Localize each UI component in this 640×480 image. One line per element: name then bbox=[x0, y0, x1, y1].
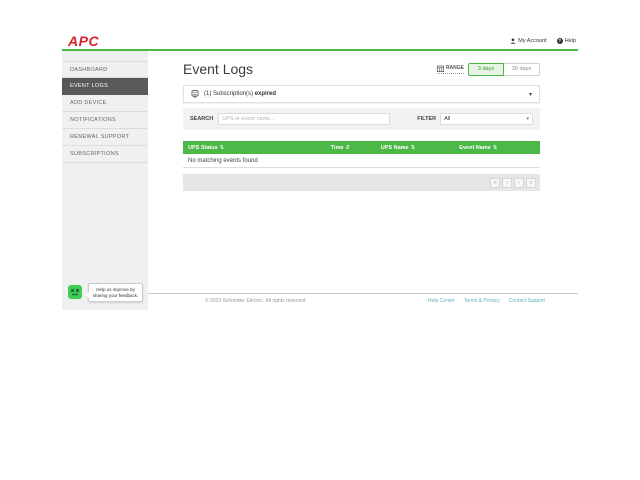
subscription-expired-banner[interactable]: (1) Subscription(s) expired ▾ bbox=[183, 85, 540, 103]
feedback-button[interactable] bbox=[68, 285, 82, 299]
help-center-link[interactable]: Help Center bbox=[428, 298, 455, 304]
filter-selected-value: All bbox=[444, 116, 450, 122]
apc-logo: APC bbox=[68, 33, 99, 49]
page-title: Event Logs bbox=[183, 61, 253, 77]
sort-icon: ⇅ bbox=[411, 145, 416, 151]
footer-divider bbox=[148, 293, 578, 294]
top-navigation: My Account ? Help bbox=[510, 38, 576, 44]
terms-privacy-link[interactable]: Terms & Privacy bbox=[464, 298, 500, 304]
sidebar-item-label: NOTIFICATIONS bbox=[70, 117, 116, 123]
pagination-prev-button[interactable]: ‹ bbox=[502, 178, 512, 188]
range-30-days-button[interactable]: 30 days bbox=[504, 63, 540, 76]
ups-device-icon bbox=[191, 90, 199, 98]
contact-support-link[interactable]: Contact Support bbox=[509, 298, 545, 304]
subscription-expired-text: (1) Subscription(s) expired bbox=[204, 91, 276, 97]
pagination-last-button[interactable]: » bbox=[526, 178, 536, 188]
sidebar-item-notifications[interactable]: NOTIFICATIONS bbox=[62, 112, 148, 129]
column-header-ups-status[interactable]: UPS Status⇅ bbox=[183, 145, 326, 151]
feedback-face-icon bbox=[68, 285, 82, 299]
help-button[interactable]: ? Help bbox=[557, 38, 576, 44]
search-filter-bar: SEARCH FILTER All ▾ bbox=[183, 108, 540, 130]
column-header-ups-name[interactable]: UPS Name⇅ bbox=[376, 145, 455, 151]
range-control: RANGE 3 days 30 days bbox=[437, 63, 540, 76]
copyright-text: © 2023 Schneider Electric. All rights re… bbox=[205, 298, 307, 304]
search-input[interactable] bbox=[218, 113, 390, 125]
my-account-button[interactable]: My Account bbox=[510, 38, 546, 44]
help-icon: ? bbox=[557, 38, 563, 44]
search-label: SEARCH bbox=[190, 116, 213, 122]
sidebar-item-label: RENEWAL SUPPORT bbox=[70, 134, 129, 140]
sidebar-item-event-logs[interactable]: EVENT LOGS bbox=[62, 78, 148, 95]
empty-state-message: No matching events found bbox=[188, 158, 258, 164]
pagination-next-button[interactable]: › bbox=[514, 178, 524, 188]
sidebar-item-label: DASHBOARD bbox=[70, 67, 108, 73]
sort-icon: ⇅ bbox=[220, 145, 225, 151]
filter-dropdown[interactable]: All ▾ bbox=[440, 113, 533, 125]
sidebar-item-add-device[interactable]: ADD DEVICE bbox=[62, 95, 148, 112]
sort-icon: ⇵ bbox=[346, 145, 351, 151]
feedback-tooltip: Help us improve by sharing your feedback… bbox=[88, 283, 143, 302]
sidebar-item-dashboard[interactable]: DASHBOARD bbox=[62, 61, 148, 78]
range-3-days-button[interactable]: 3 days bbox=[468, 63, 504, 76]
events-table-header: UPS Status⇅ Time⇵ UPS Name⇅ Event Name⇅ bbox=[183, 141, 540, 154]
empty-state-row: No matching events found bbox=[183, 154, 540, 168]
pagination-bar: « ‹ › » bbox=[183, 174, 540, 191]
sidebar: DASHBOARD EVENT LOGS ADD DEVICE NOTIFICA… bbox=[62, 51, 148, 310]
column-header-event-name[interactable]: Event Name⇅ bbox=[454, 145, 540, 151]
sidebar-item-renewal-support[interactable]: RENEWAL SUPPORT bbox=[62, 129, 148, 146]
calendar-icon bbox=[437, 65, 444, 72]
help-label: Help bbox=[565, 38, 576, 44]
pagination-first-button[interactable]: « bbox=[490, 178, 500, 188]
chevron-down-icon[interactable]: ▾ bbox=[529, 91, 532, 98]
sidebar-item-label: ADD DEVICE bbox=[70, 100, 107, 106]
column-header-time[interactable]: Time⇵ bbox=[326, 145, 376, 151]
app-window: APC My Account ? Help DASHBOARD EVENT LO… bbox=[0, 0, 640, 480]
range-label: RANGE bbox=[437, 65, 464, 74]
footer-links: Help Center Terms & Privacy Contact Supp… bbox=[428, 298, 545, 304]
user-icon bbox=[510, 38, 516, 44]
sort-icon: ⇅ bbox=[493, 145, 498, 151]
my-account-label: My Account bbox=[518, 38, 546, 44]
filter-label: FILTER bbox=[417, 116, 436, 122]
sidebar-item-label: EVENT LOGS bbox=[70, 83, 108, 89]
chevron-down-icon: ▾ bbox=[526, 116, 529, 122]
sidebar-item-label: SUBSCRIPTIONS bbox=[70, 151, 119, 157]
sidebar-item-subscriptions[interactable]: SUBSCRIPTIONS bbox=[62, 146, 148, 163]
